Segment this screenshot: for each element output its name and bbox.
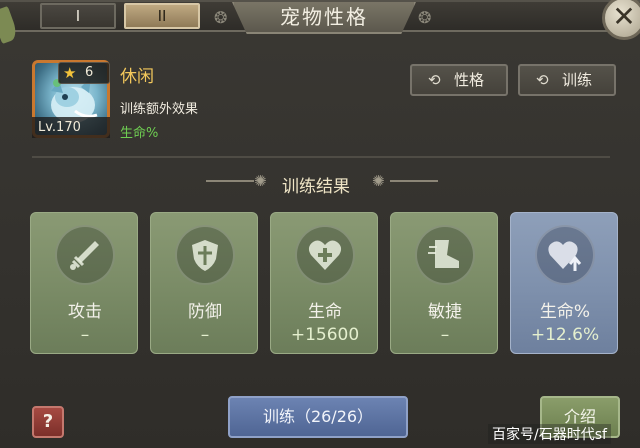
refresh-icon: ⟲ (428, 71, 441, 89)
train-top-button-label: 训练 (562, 71, 593, 89)
ornament-knot-left: ✺ (254, 172, 267, 190)
shield-icon (175, 225, 235, 285)
bonus-value: 生命% (120, 126, 159, 141)
stat-card-defense: 防御 – (150, 212, 258, 354)
close-icon: ✕ (612, 0, 636, 33)
stat-value: – (200, 325, 210, 345)
star-badge: ★ 6 (58, 62, 110, 84)
stat-label: 敏捷 (428, 302, 462, 322)
stat-label: 生命 (308, 302, 342, 322)
tab-2[interactable]: II (124, 3, 200, 29)
divider (32, 156, 610, 158)
help-button[interactable]: ? (32, 406, 64, 438)
close-button[interactable]: ✕ (602, 0, 640, 40)
ornament-knot-right: ✺ (372, 172, 385, 190)
stat-card-hp-percent: 生命% +12.6% (510, 212, 618, 354)
window-title: 宠物性格 (232, 2, 416, 34)
watermark: 百家号/石器时代sf (488, 424, 611, 444)
ornament-line-right (390, 180, 438, 182)
section-header: ✺ 训练结果 ✺ (200, 170, 440, 197)
top-bar: I II ❂ 宠物性格 ❂ ✕ (0, 0, 640, 45)
stat-card-hp: 生命 +15600 (270, 212, 378, 354)
swirl-ornament-right: ❂ (418, 8, 432, 27)
sword-icon (55, 225, 115, 285)
tab-1[interactable]: I (40, 3, 116, 29)
pet-window: I II ❂ 宠物性格 ❂ ✕ ★ 6 Lv.170 休闲 训练额外效果 生命%… (0, 0, 640, 448)
leaf-ornament (0, 5, 20, 45)
star-icon: ★ (63, 64, 77, 82)
refresh-icon: ⟲ (536, 71, 549, 89)
stat-label: 生命% (539, 302, 591, 322)
stat-label: 防御 (188, 302, 222, 322)
heart-up-icon (535, 225, 595, 285)
swirl-ornament-left: ❂ (214, 8, 228, 27)
stat-value: +12.6% (530, 325, 600, 345)
stat-card-attack: 攻击 – (30, 212, 138, 354)
star-count: 6 (85, 65, 94, 80)
stat-value: – (80, 325, 90, 345)
personality-button[interactable]: ⟲ 性格 (410, 64, 508, 96)
stat-value: +15600 (290, 325, 360, 345)
pet-level: Lv.170 (32, 117, 110, 138)
boot-icon (415, 225, 475, 285)
heart-plus-icon (295, 225, 355, 285)
question-icon: ? (42, 411, 54, 432)
stat-label: 攻击 (68, 302, 102, 322)
section-title: 训练结果 (282, 177, 350, 197)
pet-personality-name: 休闲 (120, 67, 154, 87)
stat-card-agility: 敏捷 – (390, 212, 498, 354)
bonus-label: 训练额外效果 (120, 102, 199, 117)
train-button[interactable]: 训练（26/26） (228, 396, 408, 438)
personality-button-label: 性格 (454, 71, 485, 89)
ornament-line-left (206, 180, 254, 182)
train-top-button[interactable]: ⟲ 训练 (518, 64, 616, 96)
stat-value: – (440, 325, 450, 345)
